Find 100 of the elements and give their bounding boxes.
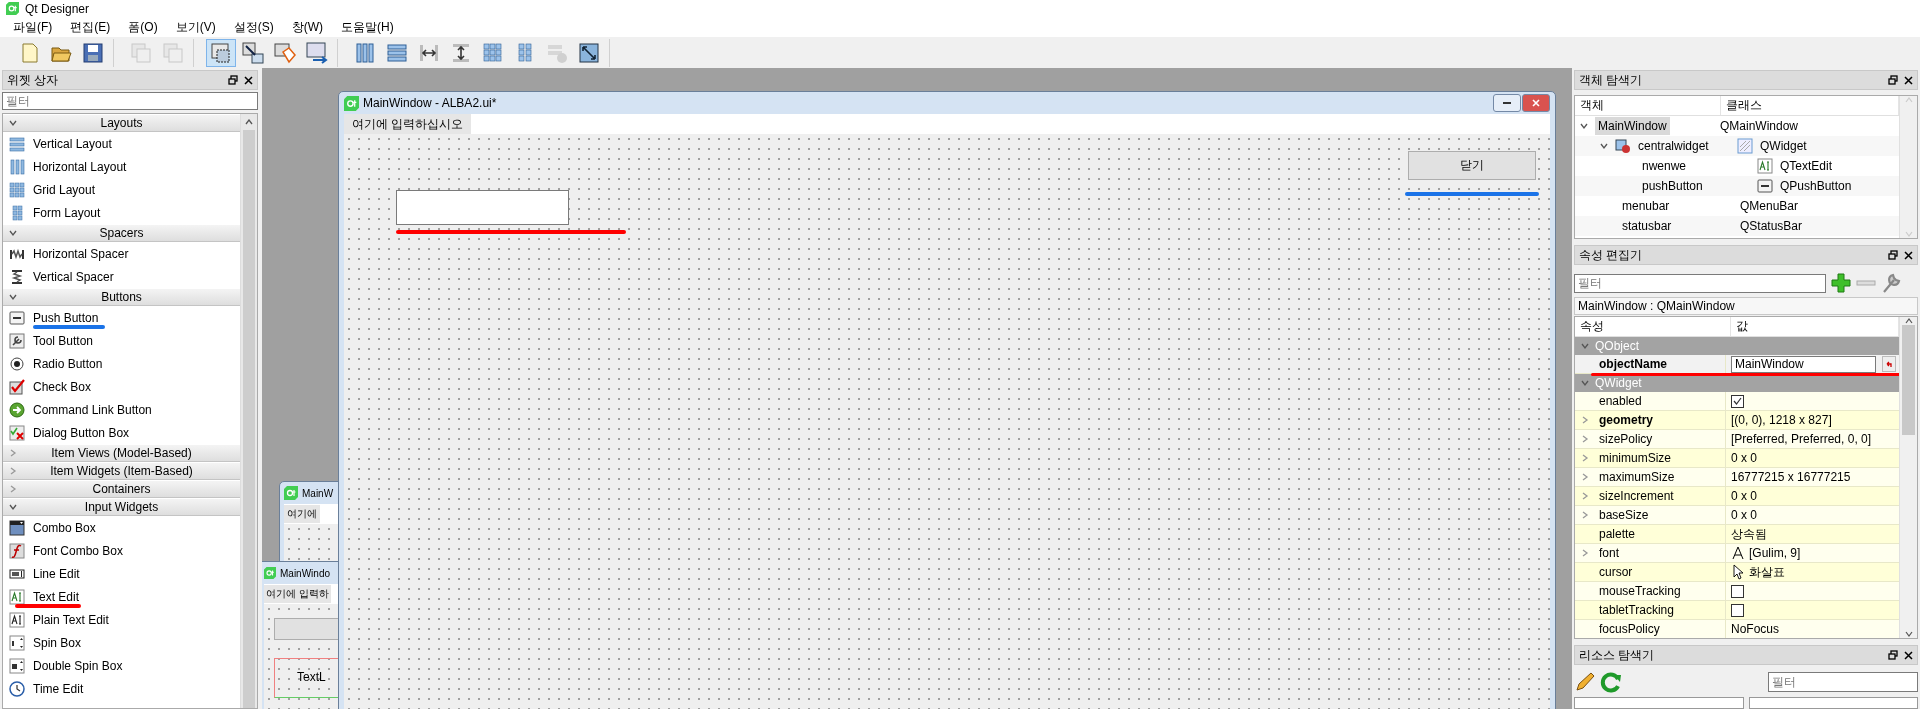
close-button[interactable] (1522, 94, 1550, 112)
float-icon (1888, 75, 1898, 85)
tree-item[interactable]: statusbar (1619, 217, 1675, 235)
float-icon (228, 75, 238, 85)
checkbox[interactable] (1731, 394, 1744, 408)
menu-placeholder[interactable]: 여기에 (284, 505, 320, 523)
widget-item[interactable]: Vertical Spacer (3, 265, 240, 288)
widget-item[interactable]: Tool Button (3, 329, 240, 352)
category-header[interactable]: Item Views (Model-Based) (3, 444, 240, 462)
tag-icon (273, 40, 297, 65)
property-value: [Gulim, 9] (1749, 546, 1801, 560)
form-grid-icon (9, 204, 25, 221)
property-value: 0 x 0 (1731, 451, 1757, 465)
class-name: QStatusBar (1739, 218, 1804, 235)
widget-stop-icon (1615, 138, 1631, 154)
menu-placeholder[interactable]: 여기에 입력하십시오 (344, 113, 472, 135)
float-icon (1888, 650, 1898, 660)
widget-item[interactable]: Command Link Button (3, 398, 240, 421)
minimize-button[interactable] (1493, 94, 1521, 112)
close-icon (1904, 650, 1913, 660)
property-name: palette (1599, 527, 1636, 541)
checkmark-icon (1733, 397, 1742, 405)
widget-item[interactable]: Dialog Button Box (3, 421, 240, 444)
app-title: Qt Designer (25, 1, 90, 16)
qt-logo-icon (344, 95, 359, 111)
menu-item[interactable]: 도움말(H) (332, 18, 403, 36)
property-name: sizeIncrement (1599, 489, 1674, 503)
chevron-down-icon (9, 503, 17, 511)
menu-item[interactable]: 보기(V) (166, 18, 225, 36)
widget-item[interactable]: Push Button (3, 306, 240, 329)
filter-field[interactable]: 필터 (2, 92, 258, 110)
widget-item[interactable]: Check Box (3, 375, 240, 398)
minimize-icon (1503, 101, 1511, 105)
category-header[interactable]: Item Widgets (Item-Based) (3, 462, 240, 480)
widget-item[interactable]: Spin Box (3, 631, 240, 654)
filter-field[interactable]: 필터 (1574, 273, 1826, 293)
class-name: QWidget (1759, 138, 1808, 155)
widget-item[interactable]: Horizontal Layout (3, 155, 240, 178)
widget-item[interactable]: Form Layout (3, 201, 240, 224)
menu-item[interactable]: 창(W) (282, 18, 332, 36)
property-name: objectName (1599, 357, 1668, 371)
tree-item[interactable]: nwenwe (1639, 157, 1690, 175)
close-button[interactable]: 닫기 (1408, 151, 1536, 180)
text-edit[interactable] (396, 190, 569, 225)
arrow-circle-icon (9, 401, 25, 418)
widget-item[interactable]: Line Edit (3, 562, 240, 585)
tab-order-icon (305, 40, 329, 65)
property-name: sizePolicy (1599, 432, 1653, 446)
widget-item[interactable]: Time Edit (3, 677, 240, 700)
widget-item[interactable]: Vertical Layout (3, 132, 240, 155)
close-icon (244, 75, 253, 85)
tree-item[interactable]: menubar (1619, 197, 1673, 215)
widget-item[interactable]: Radio Button (3, 352, 240, 375)
tree-item[interactable]: centralwidget (1635, 137, 1712, 155)
category-header[interactable]: Spacers (3, 224, 240, 242)
wrench-icon (1880, 272, 1902, 294)
widget-item[interactable]: Font Combo Box (3, 539, 240, 562)
filter-field[interactable]: 필터 (1768, 672, 1918, 692)
stacked-squares-icon (129, 40, 153, 65)
widget-item[interactable]: Combo Box (3, 516, 240, 539)
menu-item[interactable]: 설정(S) (224, 18, 283, 36)
text-field[interactable]: MainWindow (1731, 355, 1876, 373)
class-name: QMainWindow (1719, 118, 1800, 135)
check-cross-icon (9, 424, 25, 441)
menu-item[interactable]: 파일(F) (4, 18, 62, 36)
property-group: QWidget (1575, 374, 1899, 392)
class-name: QMenuBar (1739, 198, 1800, 215)
script-icon (9, 542, 25, 559)
property-name: minimumSize (1599, 451, 1671, 465)
category-header[interactable]: Input Widgets (3, 498, 240, 516)
spinbox-icon (9, 657, 25, 674)
pencil-icon (1574, 671, 1596, 693)
category-header[interactable]: Layouts (3, 114, 240, 132)
category-header[interactable]: Containers (3, 480, 240, 498)
widget-item[interactable]: Text Edit (3, 585, 240, 608)
widget-item[interactable]: Horizontal Spacer (3, 242, 240, 265)
close-icon (1532, 99, 1540, 107)
class-name: QTextEdit (1779, 158, 1834, 175)
menu-placeholder[interactable]: 여기에 입력하 (264, 585, 331, 603)
widget-item[interactable]: Grid Layout (3, 178, 240, 201)
category-header[interactable]: Buttons (3, 288, 240, 306)
chevron-right-icon (1581, 435, 1589, 443)
text-edit-icon (9, 611, 25, 628)
checkbox[interactable] (1731, 603, 1744, 617)
tree-item[interactable]: MainWindow (1595, 117, 1670, 135)
menu-item[interactable]: 편집(E) (61, 18, 120, 36)
chevron-right-icon (9, 485, 17, 493)
widget-item[interactable]: Double Spin Box (3, 654, 240, 677)
property-value: [Preferred, Preferred, 0, 0] (1731, 432, 1872, 446)
chevron-up-icon (1904, 96, 1913, 104)
tree-item[interactable]: pushButton (1639, 177, 1706, 195)
chevron-right-icon (1581, 454, 1589, 462)
checkbox[interactable] (1731, 584, 1744, 598)
window-title: MainWindow - ALBA2.ui* (363, 96, 497, 110)
chevron-up-icon (1904, 317, 1913, 325)
chevron-down-icon (1600, 142, 1608, 150)
chevron-down-icon (9, 229, 17, 237)
reset-button[interactable] (1882, 356, 1896, 372)
widget-item[interactable]: Plain Text Edit (3, 608, 240, 631)
menu-item[interactable]: 폼(O) (119, 18, 167, 36)
